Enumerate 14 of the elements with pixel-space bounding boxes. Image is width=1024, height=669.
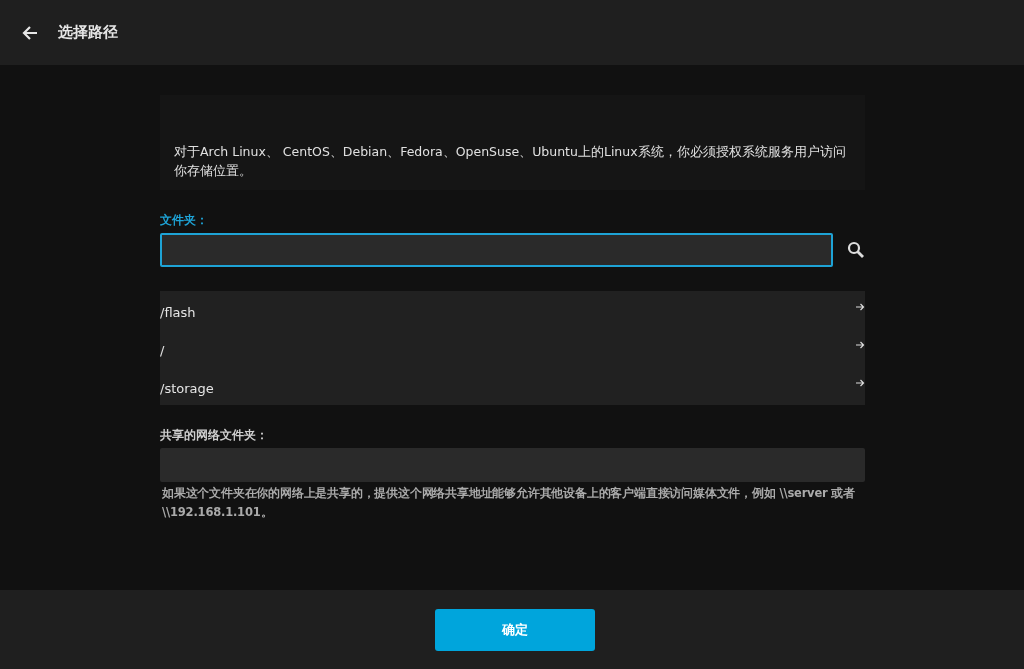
arrow-right-icon xyxy=(855,340,865,350)
network-folder-input-field[interactable] xyxy=(160,448,865,482)
notice-text: 对于Arch Linux、 CentOS、Debian、Fedora、OpenSuse、Ubuntu上的Linux系统，你必须授权系统服务用户访问你存储位置。 xyxy=(160,95,865,190)
folder-input-field[interactable] xyxy=(160,233,833,267)
search-icon[interactable] xyxy=(847,241,865,259)
page-title: 选择路径 xyxy=(58,23,118,42)
path-list-item[interactable]: / xyxy=(160,329,865,367)
network-folder-label: 共享的网络文件夹： xyxy=(160,427,269,444)
folder-label: 文件夹： xyxy=(160,212,209,229)
arrow-right-icon xyxy=(855,302,865,312)
arrow-right-icon xyxy=(855,378,865,388)
network-folder-hint: 如果这个文件夹在你的网络上是共享的，提供这个网络共享地址能够允许其他设备上的客户端直接访问媒体文件，例如 \\server 或者 \\192.168.1.101。 xyxy=(162,485,856,521)
path-list-item[interactable]: /storage xyxy=(160,367,865,405)
path-list-item[interactable]: /flash xyxy=(160,291,865,329)
